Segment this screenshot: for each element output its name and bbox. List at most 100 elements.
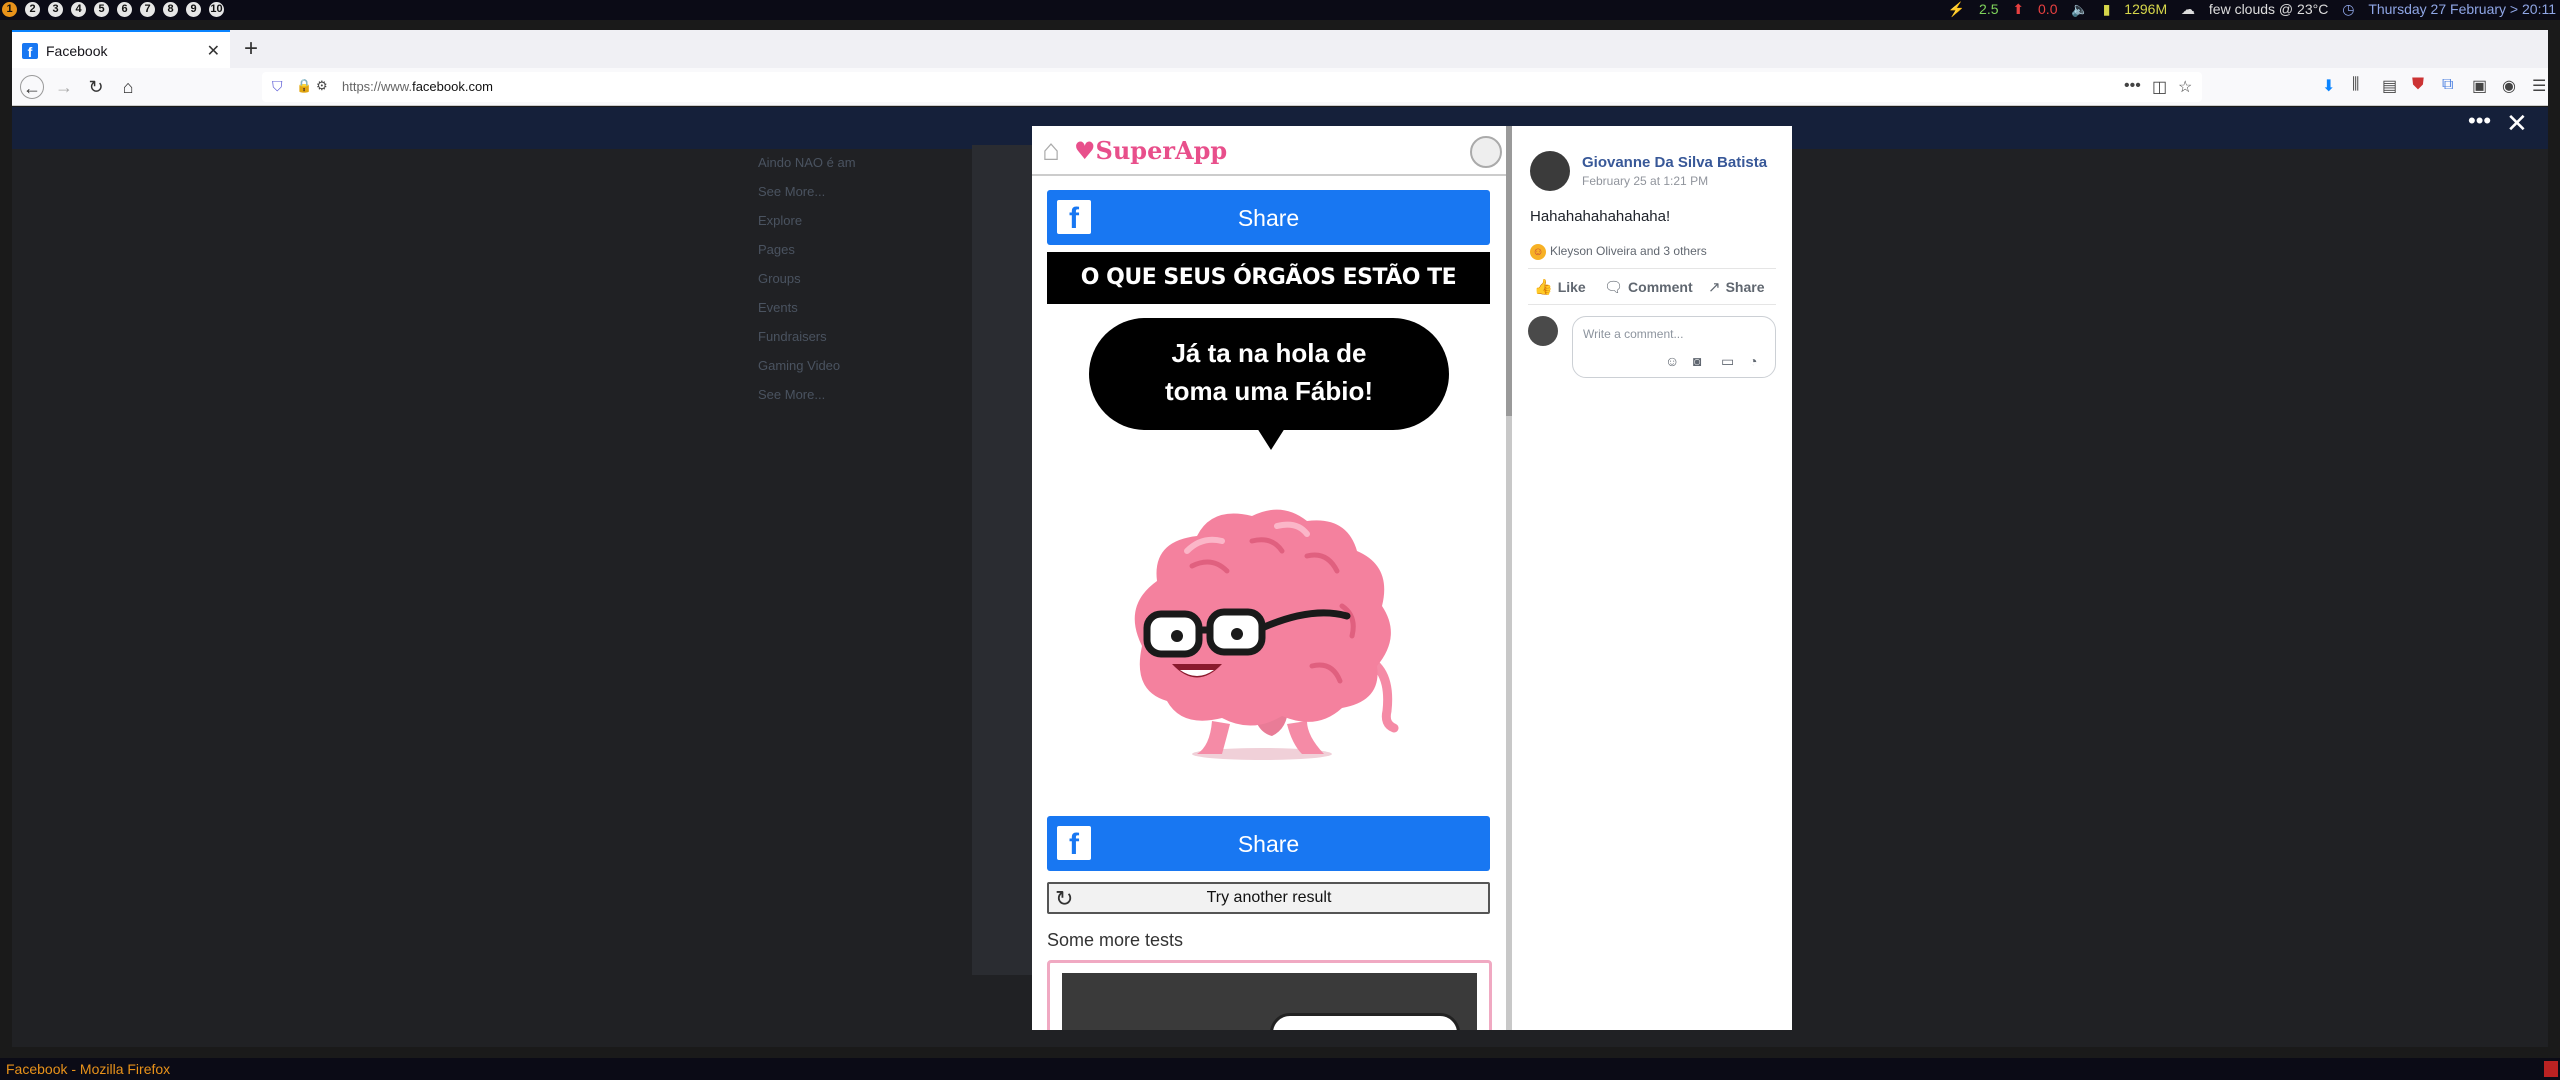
superapp-header: ⌂ ♥SuperApp <box>1032 126 1512 176</box>
bookmark-star-icon[interactable]: ☆ <box>2178 77 2192 97</box>
cpu-indicator: ⬆ 0.0 <box>2012 1 2058 17</box>
lightbox-options-icon[interactable]: ••• <box>2468 108 2491 134</box>
gif-icon[interactable]: ▭ <box>1721 353 1734 370</box>
weather-value: few clouds @ 23°C <box>2208 1 2329 17</box>
workspace-5[interactable]: 5 <box>94 2 109 17</box>
memory-indicator: ▮ 1296M <box>2102 1 2168 17</box>
tracking-protection-icon[interactable]: ⛉ <box>272 78 283 95</box>
background-feed-post <box>972 145 1032 975</box>
comment-button[interactable]: 🗨 Comment <box>1604 278 1693 296</box>
sticker-icon[interactable]: ◔ <box>1749 353 1757 369</box>
reload-button[interactable]: ↻ <box>84 75 108 99</box>
pocket-icon[interactable]: ◫ <box>2152 77 2167 97</box>
close-tab-icon[interactable]: ✕ <box>207 41 220 61</box>
workspace-8[interactable]: 8 <box>163 2 178 17</box>
emoji-icon[interactable]: ☺ <box>1665 353 1679 369</box>
try-another-result-button[interactable]: ↻ Try another result <box>1047 882 1490 914</box>
divider <box>1528 268 1776 269</box>
clock: ◷ Thursday 27 February > 20:11 <box>2342 1 2556 17</box>
superapp-logo: ♥SuperApp <box>1074 136 1228 165</box>
background-sidebar-item: Groups <box>758 271 801 286</box>
clock-value: Thursday 27 February > 20:11 <box>2368 1 2556 17</box>
menu-icon[interactable]: ☰ <box>2532 76 2546 96</box>
test-preview-card[interactable] <box>1047 960 1492 1030</box>
like-label: Like <box>1557 279 1586 295</box>
share-action-label: Share <box>1725 279 1765 295</box>
comment-label: Comment <box>1628 279 1693 295</box>
more-tests-heading: Some more tests <box>1047 930 1184 950</box>
url-bar[interactable]: ⛉ 🔒 ⚙ https://www.facebook.com ••• ◫ ☆ <box>262 72 2202 102</box>
url-domain: facebook.com <box>412 79 494 94</box>
divider <box>1528 304 1776 305</box>
translate-icon[interactable]: ⧉ <box>2442 76 2453 94</box>
post-date[interactable]: February 25 at 1:21 PM <box>1582 174 1708 188</box>
workspace-7[interactable]: 7 <box>140 2 155 17</box>
workspace-6[interactable]: 6 <box>117 2 132 17</box>
post-text: Hahahahahahahaha! <box>1530 208 1671 225</box>
system-status-bar: 1 2 3 4 5 6 7 8 9 10 ⚡ 2.5 ⬆ 0.0 🔈 ▮ 1296M ☁ few … <box>0 0 2560 20</box>
share-icon: ↗ <box>1708 279 1721 296</box>
workspace-9[interactable]: 9 <box>186 2 201 17</box>
share-label: Share <box>1237 831 1300 857</box>
background-sidebar-item: Explore <box>758 213 803 228</box>
account-icon[interactable]: ◉ <box>2502 76 2516 96</box>
share-label: Share <box>1237 205 1300 231</box>
lock-icon[interactable]: 🔒 <box>296 78 312 94</box>
navigation-toolbar: ← → ↻ ⌂ ⛉ 🔒 ⚙ https://www.facebook.com •… <box>12 68 2548 106</box>
speech-bubble-tail <box>1257 428 1285 450</box>
like-button[interactable]: 👍 Like <box>1534 278 1586 296</box>
share-button-bottom[interactable]: f Share <box>1047 816 1490 871</box>
extension-icon[interactable]: ▣ <box>2472 76 2487 96</box>
background-sidebar-item: Events <box>758 300 798 315</box>
tab-strip: f Facebook ✕ + <box>12 30 2548 68</box>
background-sidebar-item: Pages <box>758 242 795 257</box>
url-text[interactable]: https://www.facebook.com <box>342 79 493 94</box>
load-value: 2.5 <box>1979 1 1999 17</box>
camera-icon[interactable]: ◙ <box>1693 353 1701 369</box>
downloads-icon[interactable]: ⬇ <box>2322 76 2335 96</box>
home-button[interactable]: ⌂ <box>116 75 140 99</box>
workspace-4[interactable]: 4 <box>71 2 86 17</box>
tab-facebook[interactable]: f Facebook ✕ <box>12 30 230 68</box>
workspace-3[interactable]: 3 <box>48 2 63 17</box>
home-icon[interactable]: ⌂ <box>1042 134 1060 168</box>
cpu-value: 0.0 <box>2038 1 2058 17</box>
window-title: Facebook - Mozilla Firefox <box>6 1061 171 1077</box>
author-avatar[interactable] <box>1530 151 1570 191</box>
test-preview-bubble <box>1270 1013 1460 1030</box>
volume-icon[interactable]: 🔈 <box>2071 1 2088 17</box>
comment-input[interactable]: Write a comment... ☺ ◙ ▭ ◔ <box>1572 316 1776 378</box>
user-avatar-icon[interactable] <box>1470 136 1502 168</box>
load-indicator: ⚡ 2.5 <box>1947 1 1999 17</box>
post-author[interactable]: Giovanne Da Silva Batista <box>1582 154 1767 171</box>
background-sidebar-item: Gaming Video <box>758 358 841 373</box>
post-details-panel: Giovanne Da Silva Batista February 25 at… <box>1512 126 1792 1030</box>
reaction-text: Kleyson Oliveira and 3 others <box>1550 244 1707 259</box>
permissions-icon[interactable]: ⚙ <box>316 78 328 94</box>
tray-icon[interactable] <box>2544 1061 2558 1077</box>
background-sidebar: Aindo NAO é am See More... Explore Pages Gro… <box>758 148 856 409</box>
workspace-1[interactable]: 1 <box>2 2 17 17</box>
library-icon[interactable]: ⫼ <box>2352 76 2359 94</box>
forward-button[interactable]: → <box>52 75 76 99</box>
share-button-top[interactable]: f Share <box>1047 190 1490 245</box>
back-button[interactable]: ← <box>20 75 44 99</box>
share-button[interactable]: ↗ Share <box>1708 278 1765 296</box>
photo-viewer: ⌂ ♥SuperApp f Share O QUE SEUS ÓRGÃOS ES… <box>1032 126 1512 1030</box>
bubble-line-1: Já ta na hola de <box>1171 338 1367 368</box>
reaction-summary[interactable]: ☺ Kleyson Oliveira and 3 others <box>1530 244 1707 260</box>
workspace-2[interactable]: 2 <box>25 2 40 17</box>
new-tab-button[interactable]: + <box>244 35 258 63</box>
weather-indicator: ☁ few clouds @ 23°C <box>2181 1 2329 17</box>
lightbox-close-icon[interactable]: ✕ <box>2506 108 2528 139</box>
thumbs-up-icon: 👍 <box>1534 279 1553 296</box>
quiz-headline: O QUE SEUS ÓRGÃOS ESTÃO TE PEDINDO? <box>1047 252 1490 342</box>
current-user-avatar <box>1528 316 1558 346</box>
ublock-icon[interactable]: ⛊ <box>2412 76 2424 94</box>
background-sidebar-item: Fundraisers <box>758 329 827 344</box>
workspace-10[interactable]: 10 <box>209 2 224 17</box>
system-status: ⚡ 2.5 ⬆ 0.0 🔈 ▮ 1296M ☁ few clouds @ 23°… <box>1938 1 2556 18</box>
page-actions-icon[interactable]: ••• <box>2124 77 2141 95</box>
facebook-favicon-icon: f <box>22 43 38 60</box>
sidebar-icon[interactable]: ▤ <box>2382 76 2397 96</box>
